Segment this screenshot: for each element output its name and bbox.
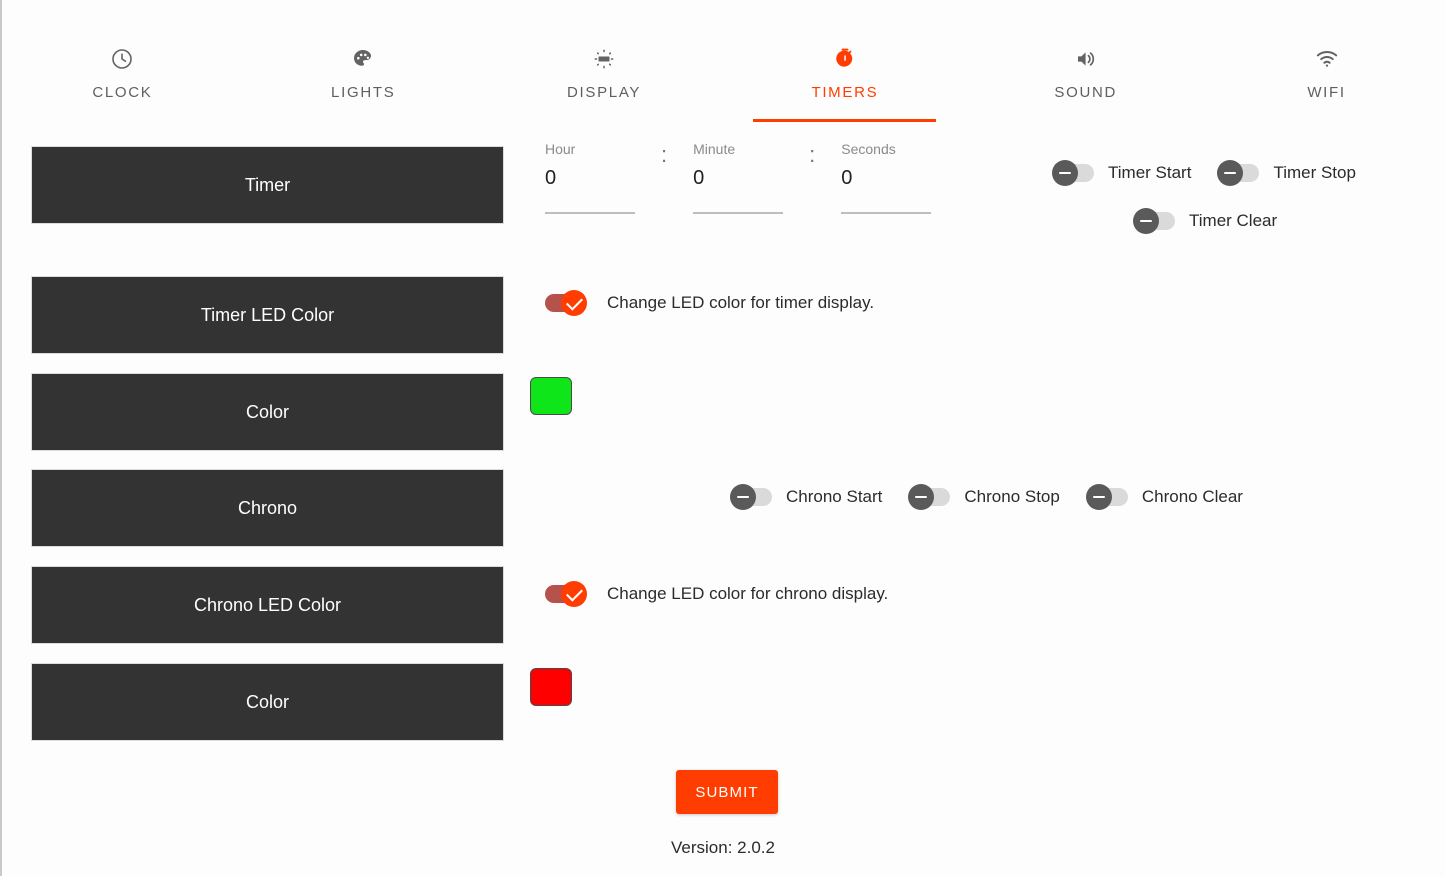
toggle-knob-check <box>561 581 587 607</box>
tab-timers-label: TIMERS <box>811 84 879 101</box>
hour-input[interactable] <box>545 166 635 214</box>
tab-display-label: DISPLAY <box>566 84 642 101</box>
panel-chrono[interactable]: Chrono <box>31 469 504 547</box>
seconds-field: Seconds <box>841 140 932 214</box>
timer-led-color-toggle[interactable] <box>545 290 587 316</box>
toggle-knob <box>1052 160 1078 186</box>
timer-start-label: Timer Start <box>1108 163 1192 182</box>
chrono-clear-label: Chrono Clear <box>1141 487 1243 506</box>
timer-clear-label: Timer Clear <box>1189 211 1278 230</box>
tab-timers-underline <box>753 119 937 122</box>
chrono-stop-toggle[interactable] <box>908 484 951 510</box>
volume-icon <box>1074 46 1098 72</box>
submit-button[interactable]: SUBMIT <box>676 770 778 814</box>
panel-timer-color[interactable]: Color <box>31 373 504 451</box>
tab-sound-label: SOUND <box>1054 84 1118 101</box>
chrono-led-color-toggle[interactable] <box>545 581 587 607</box>
tab-timers[interactable]: TIMERS <box>724 0 965 122</box>
timer-clear-toggle[interactable] <box>1133 208 1175 234</box>
panel-timer-led-color[interactable]: Timer LED Color <box>31 276 504 354</box>
panel-chrono-led-color-label: Chrono LED Color <box>193 594 342 615</box>
timer-duration-inputs: Hour : Minute : Seconds <box>545 140 932 214</box>
clock-icon <box>110 46 134 72</box>
toggle-knob <box>730 484 756 510</box>
panel-timer[interactable]: Timer <box>31 146 504 224</box>
minute-field: Minute <box>693 140 784 214</box>
toggle-knob <box>1085 484 1112 510</box>
timer-clear-group: Timer Clear <box>1133 208 1277 234</box>
panel-chrono-label: Chrono <box>237 497 298 518</box>
chrono-toggle-row: Chrono Start Chrono Stop Chrono Clear <box>730 484 1243 510</box>
tab-wifi-label: WIFI <box>1307 84 1346 101</box>
chrono-clear-group: Chrono Clear <box>1085 484 1243 510</box>
time-separator-2: : <box>809 142 816 167</box>
chrono-start-label: Chrono Start <box>786 487 883 506</box>
toggle-knob-check <box>561 290 587 316</box>
app-root: CLOCK LIGHTS DISPLAY TIMERS SOUND WIFI T… <box>0 0 1445 876</box>
chrono-led-color-text: Change LED color for chrono display. <box>607 584 889 603</box>
tab-wifi[interactable]: WIFI <box>1206 0 1445 122</box>
panel-chrono-led-color[interactable]: Chrono LED Color <box>31 566 504 644</box>
timer-start-toggle[interactable] <box>1052 160 1094 186</box>
chrono-stop-label: Chrono Stop <box>964 487 1060 506</box>
tab-clock-label: CLOCK <box>92 84 153 101</box>
brightness-icon <box>592 46 616 72</box>
minute-label: Minute <box>693 141 736 157</box>
tab-sound[interactable]: SOUND <box>965 0 1206 122</box>
toggle-knob <box>1217 160 1244 186</box>
version-text: Version: 2.0.2 <box>671 838 775 857</box>
panel-timer-label: Timer <box>244 174 291 195</box>
timer-led-color-text: Change LED color for timer display. <box>607 293 875 312</box>
chrono-start-toggle[interactable] <box>730 484 772 510</box>
timer-color-swatch[interactable] <box>530 377 572 415</box>
wifi-icon <box>1315 46 1339 72</box>
stopwatch-icon <box>833 46 857 72</box>
tab-lights-label: LIGHTS <box>331 84 396 101</box>
chrono-clear-toggle[interactable] <box>1085 484 1128 510</box>
timer-led-color-option: Change LED color for timer display. <box>545 290 874 316</box>
chrono-start-group: Chrono Start <box>730 484 882 510</box>
timer-stop-label: Timer Stop <box>1273 163 1356 182</box>
chrono-stop-group: Chrono Stop <box>908 484 1060 510</box>
main-tab-bar: CLOCK LIGHTS DISPLAY TIMERS SOUND WIFI <box>2 0 1445 122</box>
chrono-led-color-option: Change LED color for chrono display. <box>545 581 888 607</box>
tab-display[interactable]: DISPLAY <box>484 0 725 122</box>
seconds-input[interactable] <box>841 166 932 214</box>
panel-timer-color-label: Color <box>245 401 289 422</box>
timer-toggle-row-primary: Timer Start Timer Stop <box>1052 160 1356 186</box>
chrono-color-swatch[interactable] <box>530 668 572 706</box>
hour-label: Hour <box>545 141 576 157</box>
tab-clock[interactable]: CLOCK <box>2 0 243 122</box>
toggle-knob <box>1133 208 1159 234</box>
time-separator-1: : <box>661 142 668 167</box>
minute-input[interactable] <box>693 166 784 214</box>
timer-start-group: Timer Start <box>1052 160 1191 186</box>
panel-chrono-color[interactable]: Color <box>31 663 504 741</box>
panel-timer-led-color-label: Timer LED Color <box>200 304 335 325</box>
timer-stop-toggle[interactable] <box>1217 160 1260 186</box>
toggle-knob <box>908 484 935 510</box>
panel-chrono-color-label: Color <box>245 691 289 712</box>
seconds-label: Seconds <box>841 141 896 157</box>
timer-toggle-row-secondary: Timer Clear <box>1133 208 1277 234</box>
tab-lights[interactable]: LIGHTS <box>243 0 484 122</box>
timer-stop-group: Timer Stop <box>1217 160 1356 186</box>
hour-field: Hour <box>545 140 635 214</box>
palette-icon <box>351 46 375 72</box>
